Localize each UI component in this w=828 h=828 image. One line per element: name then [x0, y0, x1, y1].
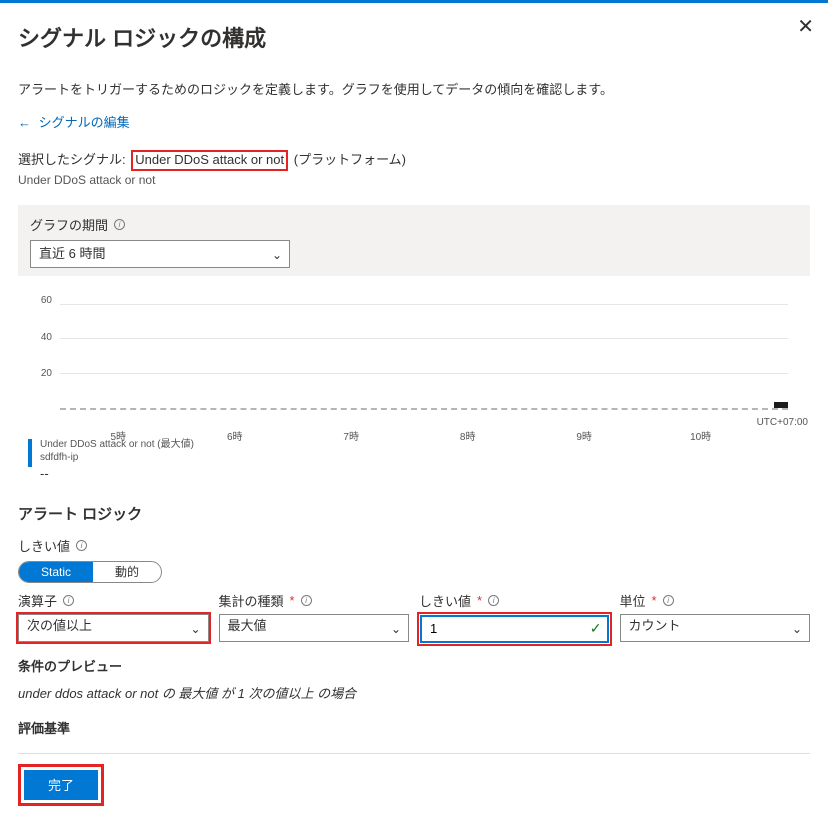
unit-label: 単位 — [620, 591, 646, 610]
info-icon[interactable]: i — [488, 595, 499, 606]
x-tick: 6時 — [227, 428, 243, 443]
threshold-mode-label: しきい値 — [18, 536, 70, 555]
selected-signal-subtitle: Under DDoS attack or not — [18, 173, 810, 187]
required-mark: * — [290, 593, 295, 608]
info-icon[interactable]: i — [76, 540, 87, 551]
operator-label: 演算子 — [18, 591, 57, 610]
close-icon[interactable]: ✕ — [797, 17, 814, 37]
threshold-label: しきい値 — [419, 591, 471, 610]
x-tick: 9時 — [576, 428, 592, 443]
threshold-field[interactable] — [430, 617, 581, 641]
unit-select[interactable]: カウント — [620, 614, 811, 642]
graph-period-value: 直近 6 時間 — [39, 246, 105, 261]
operator-select[interactable]: 次の値以上 — [18, 614, 209, 642]
info-icon[interactable]: i — [301, 595, 312, 606]
selected-signal-row: 選択したシグナル: Under DDoS attack or not (プラット… — [18, 149, 810, 171]
graph-period-label: グラフの期間 — [30, 215, 108, 234]
aggregation-select[interactable]: 最大値 — [219, 614, 410, 642]
graph-period-select[interactable]: 直近 6 時間 — [30, 240, 290, 268]
legend-swatch — [28, 439, 32, 467]
y-tick: 60 — [24, 295, 52, 306]
arrow-left-icon: ← — [18, 115, 31, 130]
x-tick: 8時 — [460, 428, 476, 443]
edit-signal-label: シグナルの編集 — [39, 115, 130, 130]
threshold-input[interactable] — [420, 615, 609, 643]
required-mark: * — [477, 593, 482, 608]
aggregation-label: 集計の種類 — [219, 591, 284, 610]
timezone-label: UTC+07:00 — [757, 417, 808, 428]
unit-value: カウント — [629, 618, 681, 633]
required-mark: * — [652, 593, 657, 608]
edit-signal-link[interactable]: ← シグナルの編集 — [18, 112, 130, 131]
done-button[interactable]: 完了 — [24, 770, 98, 800]
page-title: シグナル ロジックの構成 — [18, 21, 810, 53]
legend-value: -- — [40, 466, 194, 483]
x-tick: 7時 — [343, 428, 359, 443]
selected-signal-prefix: 選択したシグナル: — [18, 152, 126, 167]
threshold-mode-toggle: Static 動的 — [18, 561, 162, 583]
y-tick: 40 — [24, 332, 52, 343]
mode-static[interactable]: Static — [19, 562, 93, 582]
info-icon[interactable]: i — [63, 595, 74, 606]
info-icon[interactable]: i — [114, 219, 125, 230]
x-tick: 5時 — [110, 428, 126, 443]
selected-signal-name: Under DDoS attack or not — [131, 150, 288, 171]
y-tick: 20 — [24, 368, 52, 379]
condition-preview-heading: 条件のプレビュー — [18, 656, 810, 675]
condition-preview-text: under ddos attack or not の 最大値 が 1 次の値以上… — [18, 683, 810, 702]
legend-resource: sdfdfh-ip — [40, 451, 194, 464]
evaluation-heading: 評価基準 — [18, 718, 810, 737]
mode-dynamic[interactable]: 動的 — [93, 562, 161, 582]
chart-bar — [774, 402, 788, 408]
aggregation-value: 最大値 — [228, 618, 267, 633]
alert-logic-heading: アラート ロジック — [18, 503, 810, 524]
metric-chart: 60 40 20 5時 6時 7時 8時 9時 10時 UTC+07:00 — [18, 282, 810, 432]
x-tick: 10時 — [690, 428, 711, 443]
operator-value: 次の値以上 — [27, 618, 92, 633]
info-icon[interactable]: i — [663, 595, 674, 606]
page-description: アラートをトリガーするためのロジックを定義します。グラフを使用してデータの傾向を… — [18, 79, 810, 98]
selected-signal-suffix: (プラットフォーム) — [294, 152, 406, 167]
